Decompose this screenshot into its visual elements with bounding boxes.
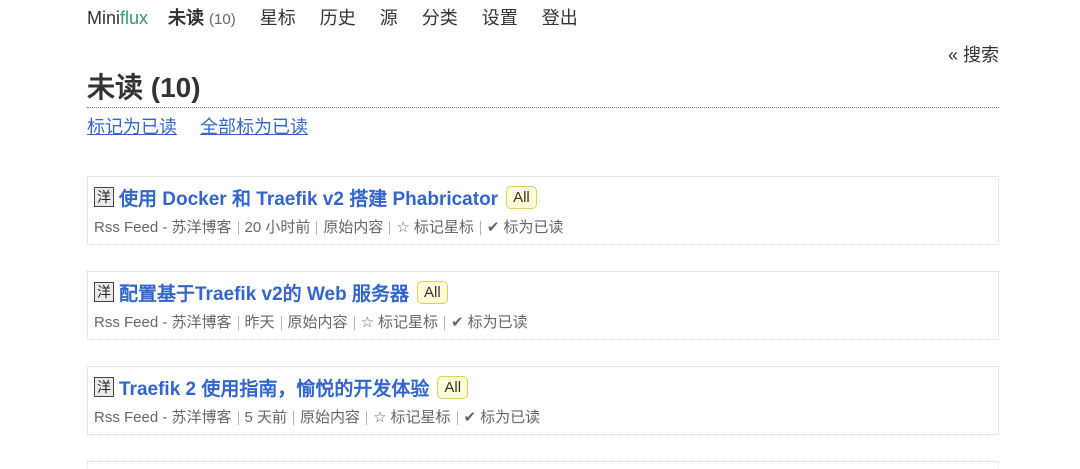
star-icon: ☆ (373, 409, 387, 426)
main-nav: Miniflux 未读 (10) 星标 历史 源 分类 设置 登出 (87, 0, 999, 28)
nav-logout[interactable]: 登出 (542, 8, 578, 28)
entry-time: 昨天 (244, 314, 275, 331)
entry-item: 洋 使用 Docker 和 Traefik v2 搭建 Phabricator … (87, 176, 999, 245)
original-link[interactable]: 原始内容 (288, 313, 348, 333)
original-link[interactable]: 原始内容 (300, 408, 360, 428)
nav-unread[interactable]: 未读 (10) (168, 8, 236, 30)
entry-meta: Rss Feed - 苏洋博客 5 天前 原始内容 ☆ 标记星标 ✔ 标为已读 (94, 408, 992, 428)
meta-divider (389, 221, 391, 235)
star-icon: ☆ (396, 219, 410, 236)
nav-categories[interactable]: 分类 (422, 8, 458, 28)
nav-settings[interactable]: 设置 (482, 8, 518, 28)
check-icon: ✔ (463, 409, 477, 426)
meta-divider (316, 221, 318, 235)
entry-item: 洋 Traefik 2 使用指南，愉悦的开发体验 All Rss Feed - … (87, 366, 999, 435)
entry-item-partial (87, 461, 999, 469)
feed-link[interactable]: Rss Feed - 苏洋博客 (94, 313, 232, 333)
page-title: 未读 (10) (87, 71, 999, 108)
entry-title-link[interactable]: 使用 Docker 和 Traefik v2 搭建 Phabricator (119, 184, 498, 211)
mark-all-read-link[interactable]: 全部标为已读 (200, 117, 308, 137)
feed-favicon-icon: 洋 (94, 282, 114, 302)
entry-header: 洋 使用 Docker 和 Traefik v2 搭建 Phabricator … (94, 183, 992, 211)
mark-read-button[interactable]: ✔ 标为已读 (487, 218, 564, 238)
mark-page-read-link[interactable]: 标记为已读 (87, 117, 177, 137)
page-actions: 标记为已读 全部标为已读 (87, 116, 999, 138)
meta-divider (366, 411, 368, 425)
category-badge[interactable]: All (417, 280, 448, 304)
meta-divider (237, 411, 239, 425)
star-button[interactable]: ☆ 标记星标 (361, 313, 438, 333)
meta-divider (293, 411, 295, 425)
mark-read-button[interactable]: ✔ 标为已读 (464, 408, 541, 428)
entry-title-link[interactable]: Traefik 2 使用指南，愉悦的开发体验 (119, 374, 429, 401)
mark-read-label: 标为已读 (503, 219, 564, 236)
logo[interactable]: Miniflux (87, 8, 148, 28)
search-toggle-link[interactable]: « 搜索 (948, 45, 999, 65)
star-label: 标记星标 (390, 409, 451, 426)
logo-mini-text: Mini (87, 8, 121, 28)
entry-header: 洋 配置基于Traefik v2的 Web 服务器 All (94, 278, 992, 306)
meta-divider (237, 221, 239, 235)
entry-time: 20 小时前 (244, 219, 311, 236)
entry-item: 洋 配置基于Traefik v2的 Web 服务器 All Rss Feed -… (87, 271, 999, 340)
feed-link[interactable]: Rss Feed - 苏洋博客 (94, 218, 232, 238)
search-row: « 搜索 (87, 45, 999, 65)
star-button[interactable]: ☆ 标记星标 (396, 218, 473, 238)
nav-feeds[interactable]: 源 (380, 8, 398, 28)
mark-read-label: 标为已读 (480, 409, 541, 426)
entry-meta: Rss Feed - 苏洋博客 昨天 原始内容 ☆ 标记星标 ✔ 标为已读 (94, 313, 992, 333)
logo-flux-text: flux (120, 8, 149, 28)
check-icon: ✔ (451, 314, 464, 331)
category-badge[interactable]: All (437, 375, 469, 399)
category-badge[interactable]: All (506, 185, 537, 209)
feed-link[interactable]: Rss Feed - 苏洋博客 (94, 408, 232, 428)
original-link[interactable]: 原始内容 (323, 218, 383, 238)
header: Miniflux 未读 (10) 星标 历史 源 分类 设置 登出 (87, 0, 999, 28)
page: Miniflux 未读 (10) 星标 历史 源 分类 设置 登出 « 搜索 未读… (87, 0, 999, 469)
meta-divider (353, 316, 355, 330)
star-label: 标记星标 (378, 314, 439, 331)
feed-favicon-icon: 洋 (94, 187, 114, 207)
nav-unread-label: 未读 (168, 8, 205, 28)
feed-favicon-icon: 洋 (94, 377, 114, 397)
entry-title-link[interactable]: 配置基于Traefik v2的 Web 服务器 (119, 279, 409, 306)
mark-read-label: 标为已读 (467, 314, 528, 331)
entry-meta: Rss Feed - 苏洋博客 20 小时前 原始内容 ☆ 标记星标 ✔ 标为已读 (94, 218, 992, 238)
entry-header: 洋 Traefik 2 使用指南，愉悦的开发体验 All (94, 373, 992, 401)
meta-divider (237, 316, 239, 330)
nav-starred[interactable]: 星标 (260, 8, 296, 28)
meta-divider (444, 316, 446, 330)
star-label: 标记星标 (413, 219, 474, 236)
star-icon: ☆ (360, 314, 375, 331)
mark-read-button[interactable]: ✔ 标为已读 (451, 313, 528, 333)
meta-divider (479, 221, 481, 235)
meta-divider (456, 411, 458, 425)
unread-counter: (10) (209, 11, 236, 28)
star-button[interactable]: ☆ 标记星标 (373, 408, 450, 428)
nav-history[interactable]: 历史 (320, 8, 356, 28)
check-icon: ✔ (486, 219, 500, 236)
meta-divider (280, 316, 282, 330)
entry-time: 5 天前 (244, 409, 288, 426)
entry-list: 洋 使用 Docker 和 Traefik v2 搭建 Phabricator … (87, 176, 999, 469)
